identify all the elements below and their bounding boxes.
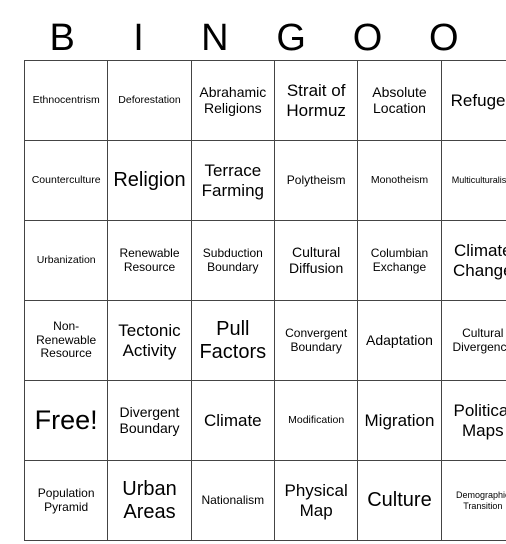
bingo-row: Counterculture Religion Terrace Farming Pol… bbox=[23, 140, 506, 221]
bingo-free-space[interactable]: Free! bbox=[23, 380, 109, 461]
bingo-row: Non-Renewable Resource Tectonic Activity P… bbox=[23, 300, 506, 381]
bingo-cell-r4-c2[interactable]: Climate bbox=[190, 380, 275, 461]
bingo-cell-r3-c4[interactable]: Adaptation bbox=[357, 300, 442, 381]
bingo-cell-label: Demographic Transition bbox=[456, 490, 506, 511]
bingo-grid: Ethnocentrism Deforestation Abrahamic Reli… bbox=[23, 60, 506, 541]
bingo-cell-label: Culture bbox=[367, 489, 432, 512]
bingo-cell-r4-c3[interactable]: Modification bbox=[273, 380, 359, 461]
bingo-cell-label: Absolute Location bbox=[372, 83, 427, 116]
bingo-cell-r2-c1[interactable]: Renewable Resource bbox=[107, 220, 192, 301]
bingo-cell-label: Cultural Diffusion bbox=[289, 243, 344, 276]
bingo-cell-r1-c1[interactable]: Religion bbox=[107, 140, 192, 221]
bingo-cell-r3-c2[interactable]: Pull Factors bbox=[190, 300, 275, 381]
bingo-cell-label: Convergent Boundary bbox=[285, 326, 348, 354]
bingo-cell-r2-c5[interactable]: Climate Change bbox=[440, 220, 506, 301]
bingo-row: Free! Divergent Boundary Climate Modificati… bbox=[23, 380, 506, 461]
bingo-cell-label: Monotheism bbox=[370, 173, 429, 186]
bingo-cell-r1-c3[interactable]: Polytheism bbox=[273, 140, 359, 221]
bingo-header-letter-4: O bbox=[352, 17, 383, 59]
bingo-grid-body: Ethnocentrism Deforestation Abrahamic Reli… bbox=[23, 60, 506, 541]
bingo-cell-label: Pull Factors bbox=[199, 318, 267, 363]
bingo-cell-r4-c4[interactable]: Migration bbox=[357, 380, 442, 461]
bingo-cell-r1-c4[interactable]: Monotheism bbox=[357, 140, 442, 221]
bingo-cell-label: Strait of Hormuz bbox=[286, 81, 346, 120]
bingo-cell-r3-c5[interactable]: Cultural Divergence bbox=[440, 300, 506, 381]
bingo-cell-label: Political Maps bbox=[453, 401, 506, 440]
bingo-cell-label: Multiculturalism bbox=[451, 175, 506, 186]
bingo-cell-r0-c5[interactable]: Refugee bbox=[440, 60, 506, 141]
bingo-cell-label: Free! bbox=[34, 405, 98, 436]
bingo-cell-r2-c3[interactable]: Cultural Diffusion bbox=[273, 220, 359, 301]
bingo-cell-label: Population Pyramid bbox=[37, 486, 95, 514]
bingo-header-letter-2: N bbox=[201, 17, 229, 59]
bingo-cell-r5-c3[interactable]: Physical Map bbox=[273, 460, 359, 541]
bingo-row: Urbanization Renewable Resource Subduction… bbox=[23, 220, 506, 301]
bingo-cell-label: Urbanization bbox=[36, 253, 96, 266]
bingo-cell-label: Climate bbox=[204, 410, 262, 430]
bingo-cell-r5-c5[interactable]: Demographic Transition bbox=[440, 460, 506, 541]
bingo-card: B I N G O O Ethnocentrism Deforestation Abraham… bbox=[23, 0, 506, 541]
bingo-cell-label: Tectonic Activity bbox=[118, 321, 181, 360]
bingo-cell-label: Deforestation bbox=[118, 93, 181, 106]
bingo-cell-r0-c1[interactable]: Deforestation bbox=[107, 60, 192, 141]
bingo-cell-label: Nationalism bbox=[201, 492, 265, 507]
bingo-cell-r0-c4[interactable]: Absolute Location bbox=[357, 60, 442, 141]
bingo-cell-label: Cultural Divergence bbox=[452, 326, 506, 354]
bingo-cell-r2-c2[interactable]: Subduction Boundary bbox=[190, 220, 275, 301]
bingo-cell-label: Climate Change bbox=[453, 241, 506, 280]
bingo-cell-r3-c1[interactable]: Tectonic Activity bbox=[107, 300, 192, 381]
bingo-header-letters: BINGOO bbox=[24, 0, 482, 60]
bingo-cell-label: Adaptation bbox=[366, 331, 433, 348]
bingo-cell-label: Refugee bbox=[450, 90, 506, 110]
bingo-cell-r5-c2[interactable]: Nationalism bbox=[190, 460, 275, 541]
bingo-cell-r0-c2[interactable]: Abrahamic Religions bbox=[190, 60, 275, 141]
bingo-cell-r0-c3[interactable]: Strait of Hormuz bbox=[273, 60, 359, 141]
bingo-cell-label: Terrace Farming bbox=[201, 161, 264, 200]
bingo-cell-label: Counterculture bbox=[31, 173, 101, 186]
bingo-header-letter-5: O bbox=[429, 17, 459, 59]
bingo-cell-label: Physical Map bbox=[284, 481, 348, 520]
bingo-cell-label: Ethnocentrism bbox=[32, 93, 100, 106]
bingo-cell-label: Abrahamic Religions bbox=[199, 83, 267, 116]
bingo-cell-r3-c0[interactable]: Non-Renewable Resource bbox=[23, 300, 109, 381]
bingo-cell-label: Modification bbox=[288, 413, 345, 426]
bingo-cell-r0-c0[interactable]: Ethnocentrism bbox=[23, 60, 109, 141]
bingo-cell-r4-c1[interactable]: Divergent Boundary bbox=[107, 380, 192, 461]
bingo-cell-r3-c3[interactable]: Convergent Boundary bbox=[273, 300, 359, 381]
bingo-cell-r2-c0[interactable]: Urbanization bbox=[23, 220, 109, 301]
bingo-cell-r5-c1[interactable]: Urban Areas bbox=[107, 460, 192, 541]
bingo-cell-label: Migration bbox=[364, 410, 435, 430]
bingo-cell-label: Subduction Boundary bbox=[202, 246, 263, 274]
bingo-cell-label: Columbian Exchange bbox=[370, 246, 429, 274]
bingo-cell-r5-c4[interactable]: Culture bbox=[357, 460, 442, 541]
bingo-cell-label: Renewable Resource bbox=[119, 246, 180, 274]
bingo-cell-r5-c0[interactable]: Population Pyramid bbox=[23, 460, 109, 541]
bingo-cell-label: Urban Areas bbox=[122, 478, 177, 523]
bingo-row: Population Pyramid Urban Areas Nationalism… bbox=[23, 460, 506, 541]
bingo-header-letter-3: G bbox=[276, 17, 306, 59]
bingo-row: Ethnocentrism Deforestation Abrahamic Reli… bbox=[23, 60, 506, 141]
bingo-cell-r1-c0[interactable]: Counterculture bbox=[23, 140, 109, 221]
bingo-cell-label: Non-Renewable Resource bbox=[36, 319, 97, 361]
bingo-cell-r4-c5[interactable]: Political Maps bbox=[440, 380, 506, 461]
bingo-header-letter-1: I bbox=[133, 17, 144, 59]
bingo-cell-label: Polytheism bbox=[286, 172, 346, 187]
bingo-cell-label: Religion bbox=[113, 169, 186, 192]
bingo-cell-r1-c2[interactable]: Terrace Farming bbox=[190, 140, 275, 221]
bingo-cell-r1-c5[interactable]: Multiculturalism bbox=[440, 140, 506, 221]
bingo-header-letter-0: B bbox=[49, 17, 75, 59]
bingo-cell-r2-c4[interactable]: Columbian Exchange bbox=[357, 220, 442, 301]
bingo-cell-label: Divergent Boundary bbox=[119, 403, 180, 436]
